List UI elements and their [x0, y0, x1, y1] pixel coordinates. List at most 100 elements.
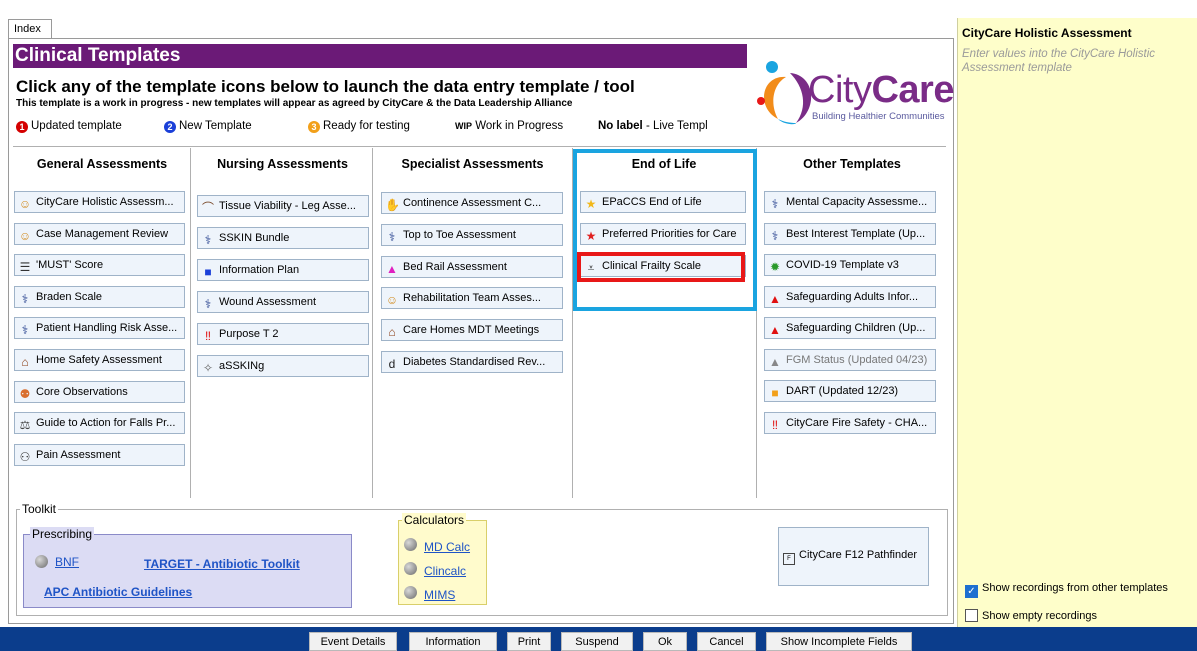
template-button-specialist[interactable]: d Diabetes Standardised Rev... [381, 351, 563, 373]
calc-link-mims[interactable]: MIMS [424, 588, 455, 602]
template-button-nursing[interactable]: ⚕ Wound Assessment [197, 291, 369, 313]
template-label: CityCare Holistic Assessm... [36, 196, 174, 208]
template-label: Case Management Review [36, 228, 169, 240]
pink-triangle-icon: ▲ [386, 262, 398, 276]
template-button-specialist[interactable]: ▲ Bed Rail Assessment [381, 256, 563, 278]
nurse-icon: ⚕ [21, 323, 29, 337]
template-label: 'MUST' Score [36, 259, 104, 271]
prescribing-label: Prescribing [30, 527, 95, 541]
template-label: Diabetes Standardised Rev... [403, 356, 546, 368]
template-main-area: Index Clinical Templates Click any of th… [0, 0, 957, 627]
template-label: Core Observations [36, 386, 128, 398]
blue-square-icon: ■ [204, 265, 212, 279]
template-button-other[interactable]: ■ DART (Updated 12/23) [764, 380, 936, 402]
page-title: Clinical Templates [13, 44, 747, 68]
template-button-nursing[interactable]: ✧ aSSKINg [197, 355, 369, 377]
stack-icon: ☰ [19, 260, 31, 274]
template-button-other[interactable]: ▲ Safeguarding Adults Infor... [764, 286, 936, 308]
calc-link-md-calc[interactable]: MD Calc [424, 540, 470, 554]
grey-triangle-icon: ▲ [769, 355, 781, 369]
blue-dot-icon: 2 [164, 121, 176, 133]
heading-general-assessments: General Assessments [36, 157, 168, 171]
double-exclamation-icon: ‼ [205, 329, 211, 343]
template-label: Care Homes MDT Meetings [403, 324, 540, 336]
nurse-icon: ⚕ [771, 229, 779, 243]
template-button-specialist[interactable]: ⚕ Top to Toe Assessment [381, 224, 563, 246]
globe-icon [404, 562, 417, 575]
toolkit-label: Toolkit [20, 502, 59, 516]
template-button-general[interactable]: ☺ CityCare Holistic Assessm... [14, 191, 185, 213]
template-button-general[interactable]: ⚕ Patient Handling Risk Asse... [14, 317, 185, 339]
template-button-other[interactable]: ✹ COVID-19 Template v3 [764, 254, 936, 276]
event-details-button[interactable]: Event Details [309, 632, 397, 651]
red-triangle-icon: ▲ [769, 292, 781, 306]
pathfinder-button[interactable]: F CityCare F12 Pathfinder [778, 527, 929, 586]
template-button-general[interactable]: ⚇ Pain Assessment [14, 444, 185, 466]
double-exclamation-icon: ‼ [772, 418, 778, 432]
show-empty-recordings-checkbox[interactable]: Show empty recordings [965, 609, 1097, 622]
template-label: Information Plan [219, 264, 300, 276]
red-triangle-icon: ▲ [769, 323, 781, 337]
template-button-general[interactable]: ⌂ Home Safety Assessment [14, 349, 185, 371]
information-button[interactable]: Information [409, 632, 497, 651]
heading-other-templates: Other Templates [803, 157, 901, 171]
template-button-nursing[interactable]: ⌒ Tissue Viability - Leg Asse... [197, 195, 369, 217]
template-label: SSKIN Bundle [219, 232, 290, 244]
template-button-nursing[interactable]: ■ Information Plan [197, 259, 369, 281]
nurse-icon: ⚕ [204, 297, 212, 311]
template-button-general[interactable]: ☰ 'MUST' Score [14, 254, 185, 276]
suspend-button[interactable]: Suspend [561, 632, 633, 651]
template-label: COVID-19 Template v3 [786, 259, 899, 271]
panel-title: CityCare Holistic Assessment [962, 26, 1132, 40]
target-antibiotic-toolkit-link[interactable]: TARGET - Antibiotic Toolkit [144, 557, 300, 571]
ok-button[interactable]: Ok [643, 632, 687, 651]
person-head-icon: ☺ [18, 197, 32, 211]
globe-icon [404, 586, 417, 599]
template-label: CityCare Fire Safety - CHA... [786, 417, 928, 429]
template-button-specialist[interactable]: ✋ Continence Assessment C... [381, 192, 563, 214]
template-button-general[interactable]: ⚕ Braden Scale [14, 286, 185, 308]
template-button-general[interactable]: ⚖ Guide to Action for Falls Pr... [14, 412, 185, 434]
scales-icon: ⚖ [19, 418, 31, 432]
template-label: Continence Assessment C... [403, 197, 542, 209]
cancel-button[interactable]: Cancel [697, 632, 756, 651]
template-button-nursing[interactable]: ‼ Purpose T 2 [197, 323, 369, 345]
template-button-other[interactable]: ⚕ Mental Capacity Assessme... [764, 191, 936, 213]
checkmark-icon: ✓ [965, 585, 978, 598]
template-button-other[interactable]: ▲ Safeguarding Children (Up... [764, 317, 936, 339]
tab-index[interactable]: Index [8, 19, 52, 39]
template-label: Purpose T 2 [219, 328, 279, 340]
template-label: Rehabilitation Team Asses... [403, 292, 541, 304]
divider [13, 146, 946, 147]
template-button-other[interactable]: ▲ FGM Status (Updated 04/23) [764, 349, 936, 371]
template-button-other[interactable]: ⚕ Best Interest Template (Up... [764, 223, 936, 245]
template-button-nursing[interactable]: ⚕ SSKIN Bundle [197, 227, 369, 249]
template-button-general[interactable]: ☺ Case Management Review [14, 223, 185, 245]
nurse-icon: ⚕ [21, 292, 29, 306]
bnf-link[interactable]: BNF [55, 555, 79, 569]
template-label: Tissue Viability - Leg Asse... [219, 200, 356, 212]
leg-icon: ⌒ [201, 201, 214, 215]
template-button-general[interactable]: ⚉ Core Observations [14, 381, 185, 403]
recordings-panel [957, 18, 1197, 627]
template-label: Top to Toe Assessment [403, 229, 516, 241]
template-label: Safeguarding Children (Up... [786, 322, 926, 334]
print-button[interactable]: Print [507, 632, 551, 651]
template-label: FGM Status (Updated 04/23) [786, 354, 928, 366]
apc-antibiotic-guidelines-link[interactable]: APC Antibiotic Guidelines [44, 585, 192, 599]
globe-icon [35, 555, 48, 568]
bandage-icon: ✧ [202, 361, 214, 375]
template-button-other[interactable]: ‼ CityCare Fire Safety - CHA... [764, 412, 936, 434]
template-button-specialist[interactable]: ☺ Rehabilitation Team Asses... [381, 287, 563, 309]
show-other-recordings-checkbox[interactable]: ✓ Show recordings from other templates [965, 582, 1168, 598]
template-button-specialist[interactable]: ⌂ Care Homes MDT Meetings [381, 319, 563, 341]
virus-icon: ✹ [769, 260, 781, 274]
template-label: Mental Capacity Assessme... [786, 196, 928, 208]
house-icon: ⌂ [21, 355, 29, 369]
calc-link-clincalc[interactable]: Clincalc [424, 564, 466, 578]
show-incomplete-fields-button[interactable]: Show Incomplete Fields [766, 632, 912, 651]
person-head-icon: ☺ [385, 293, 399, 307]
red-dot-icon: 1 [16, 121, 28, 133]
nurse-icon: ⚕ [388, 230, 396, 244]
template-label: Wound Assessment [219, 296, 317, 308]
